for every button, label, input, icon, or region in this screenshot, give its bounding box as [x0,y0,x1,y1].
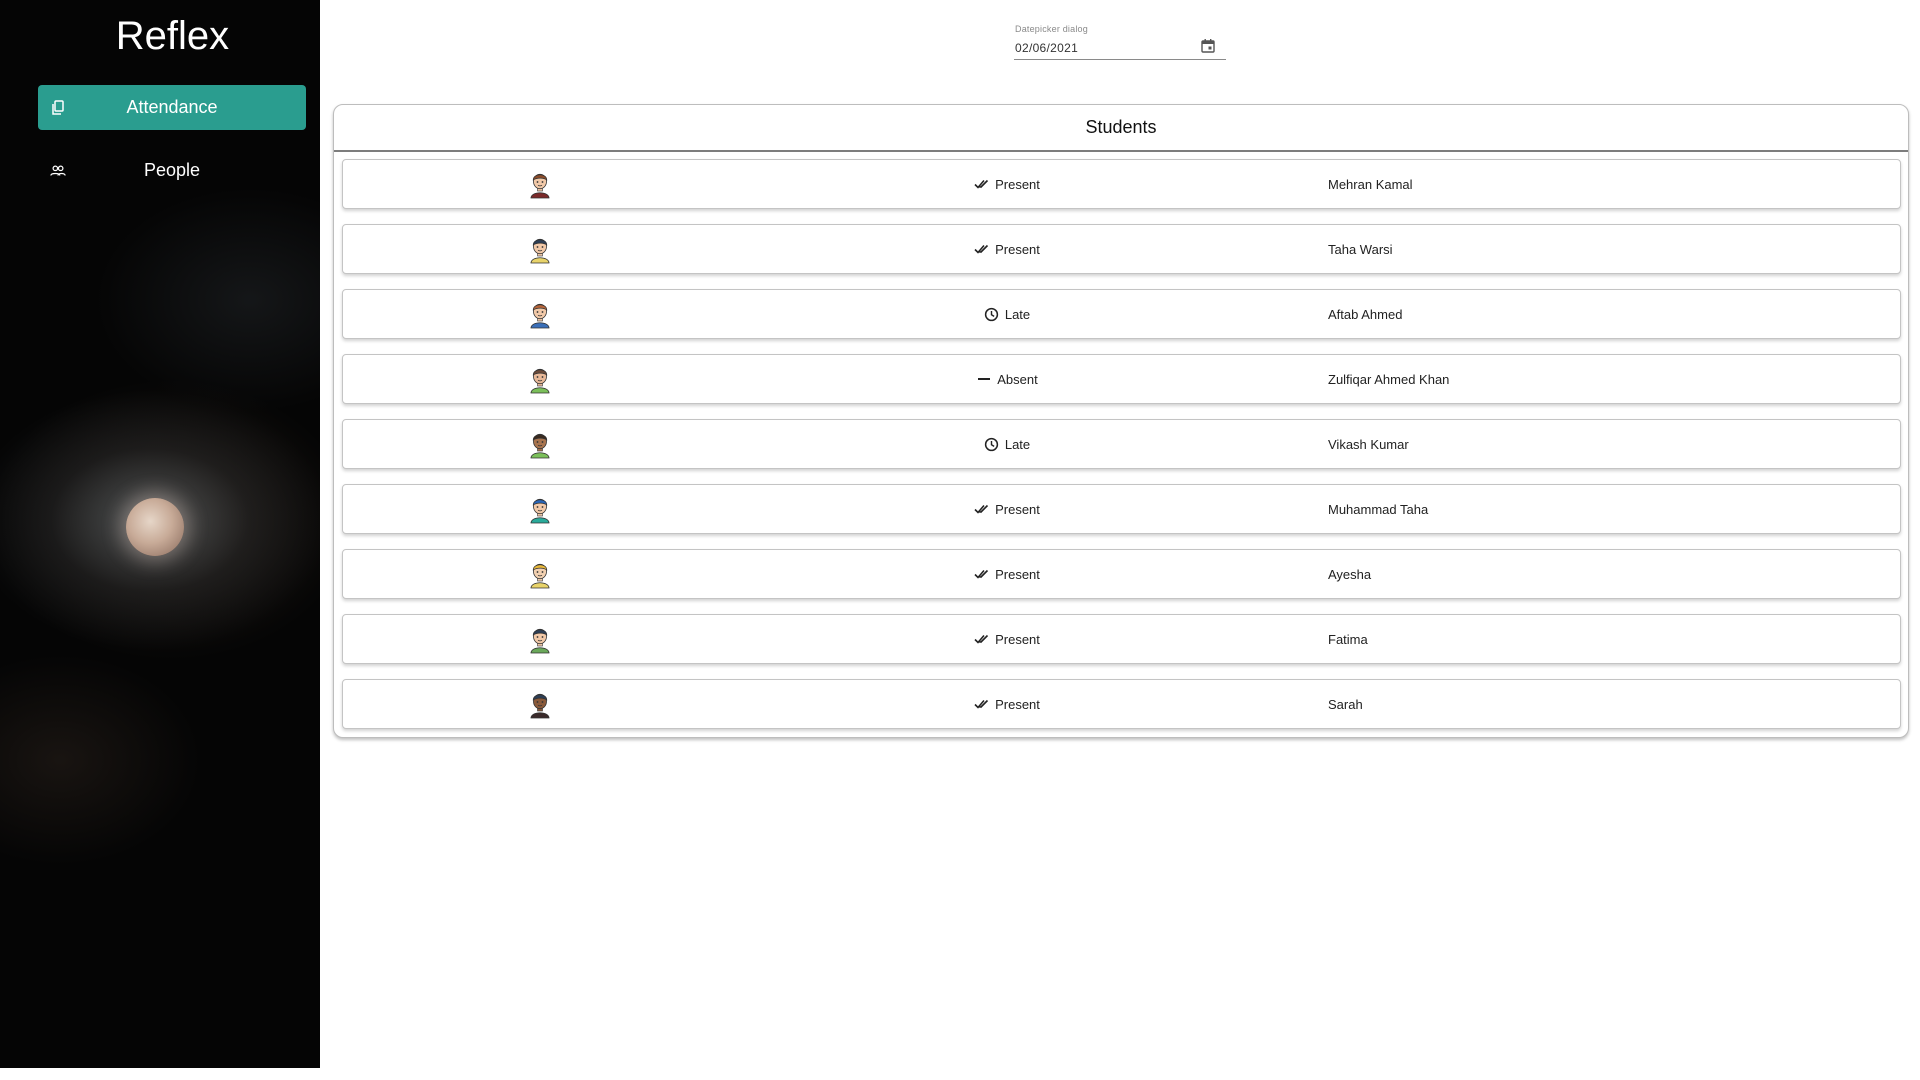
double-check-icon [974,501,990,517]
student-row[interactable]: Present Fatima [342,614,1901,664]
student-name: Aftab Ahmed [1328,306,1403,322]
student-name: Mehran Kamal [1328,176,1413,192]
sidebar: Reflex Attendance People [0,0,320,1068]
avatar [525,559,555,589]
student-name: Muhammad Taha [1328,501,1429,517]
avatar [525,624,555,654]
sidebar-item-attendance[interactable]: Attendance [38,85,306,130]
students-card: Students Present Mehran Kamal Present Taha … [333,104,1909,738]
status-badge: Present [907,696,1107,712]
avatar [525,234,555,264]
double-check-icon [974,696,990,712]
student-name: Taha Warsi [1328,241,1393,257]
date-field-label: Datepicker dialog [1015,24,1088,34]
status-label: Present [995,176,1040,192]
status-label: Present [995,241,1040,257]
status-label: Late [1004,436,1031,452]
status-label: Present [995,631,1040,647]
double-check-icon [974,241,990,257]
status-label: Present [995,696,1040,712]
sidebar-item-label: Attendance [126,97,218,117]
avatar [525,364,555,394]
student-row[interactable]: Present Ayesha [342,549,1901,599]
date-field[interactable]: Datepicker dialog 02/06/2021 [1014,22,1226,60]
date-field-value[interactable]: 02/06/2021 [1015,41,1078,55]
status-badge: Late [907,306,1107,322]
status-label: Present [995,566,1040,582]
moon-image [126,498,184,556]
students-title: Students [334,105,1908,152]
student-name: Vikash Kumar [1328,436,1409,452]
student-name: Ayesha [1328,566,1372,582]
avatar [525,299,555,329]
dash-icon [976,371,992,387]
student-row[interactable]: Present Muhammad Taha [342,484,1901,534]
student-name: Zulfiqar Ahmed Khan [1328,371,1450,387]
student-row[interactable]: Present Taha Warsi [342,224,1901,274]
status-badge: Present [907,631,1107,647]
app-brand: Reflex [115,14,230,58]
status-label: Absent [997,371,1038,387]
sidebar-item-label: People [143,160,201,180]
status-badge: Late [907,436,1107,452]
status-badge: Present [907,566,1107,582]
calendar-icon[interactable] [1200,38,1216,54]
status-badge: Absent [907,371,1107,387]
student-row[interactable]: Absent Zulfiqar Ahmed Khan [342,354,1901,404]
clipboard-icon [50,99,66,116]
double-check-icon [974,566,990,582]
avatar [525,494,555,524]
double-check-icon [974,631,990,647]
status-badge: Present [907,241,1107,257]
students-list: Present Mehran Kamal Present Taha Warsi Late… [334,152,1908,729]
student-row[interactable]: Present Sarah [342,679,1901,729]
avatar [525,689,555,719]
double-check-icon [974,176,990,192]
student-name: Sarah [1328,696,1363,712]
student-row[interactable]: Present Mehran Kamal [342,159,1901,209]
people-icon [50,163,66,179]
clock-icon [984,436,1000,452]
student-name: Fatima [1328,631,1368,647]
sidebar-item-people[interactable]: People [38,148,306,193]
student-row[interactable]: Late Aftab Ahmed [342,289,1901,339]
status-badge: Present [907,501,1107,517]
avatar [525,169,555,199]
student-row[interactable]: Late Vikash Kumar [342,419,1901,469]
status-badge: Present [907,176,1107,192]
status-label: Late [1004,306,1031,322]
status-label: Present [995,501,1040,517]
avatar [525,429,555,459]
clock-icon [984,306,1000,322]
